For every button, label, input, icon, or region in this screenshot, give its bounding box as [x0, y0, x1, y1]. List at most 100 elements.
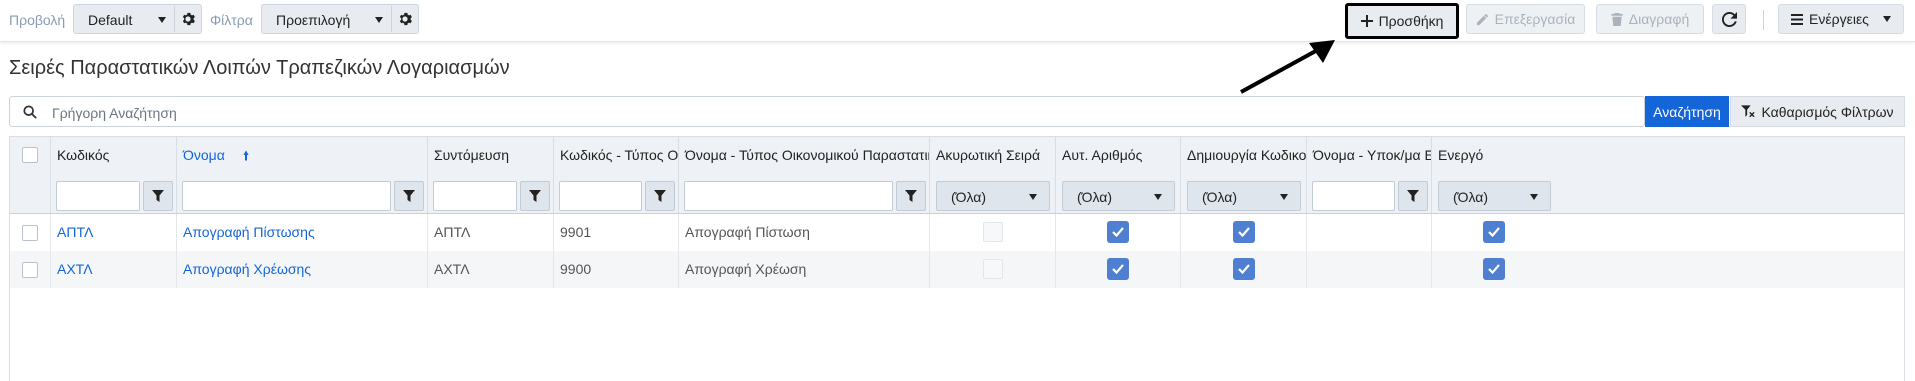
cell-doc-type-code: 9901	[554, 214, 679, 251]
filter-cell: (Όλα)	[930, 173, 1056, 213]
create-code-checkbox[interactable]	[1233, 221, 1255, 243]
search-icon	[23, 105, 37, 119]
cell-name[interactable]: Απογραφή Πίστωσης	[177, 214, 428, 251]
table-row[interactable]: ΑΠΤΛ Απογραφή Πίστωσης ΑΠΤΛ 9901 Απογραφ…	[10, 214, 1904, 251]
filter-icon	[654, 190, 666, 202]
cell-auto-number	[1056, 251, 1181, 288]
actions-menu-button[interactable]: Ενέργειες	[1778, 4, 1904, 34]
gear-icon	[182, 12, 195, 26]
check-icon	[1238, 227, 1250, 237]
quick-search-input[interactable]	[50, 102, 1554, 124]
table-row[interactable]: ΑΧΤΛ Απογραφή Χρέωσης ΑΧΤΛ 9900 Απογραφή…	[10, 251, 1904, 288]
cell-code[interactable]: ΑΧΤΛ	[51, 251, 177, 288]
filter-button[interactable]	[394, 181, 424, 211]
filter-input[interactable]	[1312, 181, 1395, 211]
filter-icon	[152, 190, 164, 202]
delete-button-label: Διαγραφή	[1628, 11, 1690, 27]
cell-doc-type-name: Απογραφή Χρέωση	[679, 251, 930, 288]
grid-header-row: Κωδικός Όνομα 🠙 Συντόμευση Κωδικός - Τύπ…	[10, 137, 1904, 174]
filter-cell	[51, 173, 177, 213]
edit-button-label: Επεξεργασία	[1494, 11, 1576, 27]
column-header[interactable]: Ενεργό	[1432, 137, 1557, 173]
cell-code[interactable]: ΑΠΤΛ	[51, 214, 177, 251]
filter-input[interactable]	[433, 181, 517, 211]
clear-filters-button[interactable]: Καθαρισμός Φίλτρων	[1730, 96, 1905, 127]
auto-number-checkbox[interactable]	[1107, 221, 1129, 243]
column-header[interactable]: Ακυρωτική Σειρά	[930, 137, 1056, 173]
active-checkbox[interactable]	[1483, 221, 1505, 243]
active-checkbox[interactable]	[1483, 258, 1505, 280]
menu-icon	[1791, 13, 1804, 25]
column-header[interactable]: Δημιουργία Κωδικού	[1181, 137, 1307, 173]
view-settings-button[interactable]	[174, 6, 201, 32]
row-checkbox[interactable]	[22, 262, 38, 278]
filter-input[interactable]	[56, 181, 140, 211]
filter-select[interactable]: (Όλα)	[1187, 181, 1301, 211]
filter-select-value: Προεπιλογή	[276, 12, 351, 28]
pencil-icon	[1476, 13, 1488, 25]
grid-filter-row: (Όλα) (Όλα) (Όλα) (Όλα)	[10, 173, 1904, 214]
filter-select[interactable]: (Όλα)	[936, 181, 1050, 211]
filter-input[interactable]	[684, 181, 893, 211]
filter-button[interactable]	[143, 181, 173, 211]
column-header-label: Όνομα	[183, 147, 225, 163]
cell-shortcut: ΑΠΤΛ	[428, 214, 554, 251]
column-header[interactable]: Συντόμευση	[428, 137, 554, 173]
column-header[interactable]: Όνομα 🠙	[177, 137, 428, 173]
cell-active	[1432, 214, 1557, 251]
add-button[interactable]: Προσθήκη	[1345, 3, 1459, 39]
cancel-series-checkbox	[983, 222, 1003, 242]
filter-cell: (Όλα)	[1056, 173, 1181, 213]
check-icon	[1112, 264, 1124, 274]
refresh-button[interactable]	[1712, 4, 1746, 34]
filter-button[interactable]	[896, 181, 926, 211]
column-header[interactable]: Κωδικός - Τύπος Οι...	[554, 137, 679, 173]
delete-button[interactable]: Διαγραφή	[1596, 4, 1704, 34]
filter-button[interactable]	[645, 181, 675, 211]
filter-cell-empty	[10, 173, 51, 213]
column-header[interactable]: Αυτ. Αριθμός	[1056, 137, 1181, 173]
chevron-down-icon	[1882, 16, 1891, 22]
cell-cancel-series	[930, 251, 1056, 288]
chevron-down-icon	[1280, 194, 1288, 200]
filter-select[interactable]: (Όλα)	[1438, 181, 1551, 211]
plus-icon	[1360, 15, 1373, 27]
chevron-down-icon	[158, 17, 166, 23]
select-all-cell	[10, 137, 51, 173]
cell-name[interactable]: Απογραφή Χρέωσης	[177, 251, 428, 288]
view-label: Προβολή	[9, 12, 66, 28]
toolbar: Προβολή Default Φίλτρα Προεπιλογή Προσθή…	[0, 0, 1915, 42]
filter-cell: (Όλα)	[1181, 173, 1307, 213]
filter-select[interactable]: Προεπιλογή	[261, 4, 419, 34]
filter-button[interactable]	[520, 181, 550, 211]
row-checkbox[interactable]	[22, 225, 38, 241]
create-code-checkbox[interactable]	[1233, 258, 1255, 280]
filter-input[interactable]	[182, 181, 391, 211]
cell-create-code	[1181, 214, 1307, 251]
clear-filter-icon	[1741, 105, 1756, 118]
filter-icon	[529, 190, 541, 202]
actions-menu-label: Ενέργειες	[1809, 11, 1869, 27]
filter-input[interactable]	[559, 181, 642, 211]
filter-settings-button[interactable]	[391, 6, 418, 32]
cell-doc-type-code: 9900	[554, 251, 679, 288]
auto-number-checkbox[interactable]	[1107, 258, 1129, 280]
column-header[interactable]: Κωδικός	[51, 137, 177, 173]
data-grid: Κωδικός Όνομα 🠙 Συντόμευση Κωδικός - Τύπ…	[9, 136, 1905, 381]
column-header[interactable]: Όνομα - Τύπος Οικονομικού Παραστατικού	[679, 137, 930, 173]
cell-doc-type-name: Απογραφή Πίστωση	[679, 214, 930, 251]
chevron-down-icon	[1154, 194, 1162, 200]
chevron-down-icon	[1530, 194, 1538, 200]
cell-sub-name	[1307, 251, 1432, 288]
filter-cell: (Όλα)	[1432, 173, 1557, 213]
search-button[interactable]: Αναζήτηση	[1645, 96, 1729, 127]
filter-button[interactable]	[1398, 181, 1428, 211]
view-select[interactable]: Default	[73, 4, 202, 34]
filter-select[interactable]: (Όλα)	[1062, 181, 1175, 211]
column-header[interactable]: Όνομα - Υποκ/μα Ε...	[1307, 137, 1432, 173]
sort-ascending-icon: 🠙	[242, 148, 250, 163]
edit-button[interactable]: Επεξεργασία	[1466, 4, 1585, 34]
select-all-checkbox[interactable]	[22, 147, 38, 163]
cell-create-code	[1181, 251, 1307, 288]
filter-cell	[554, 173, 679, 213]
